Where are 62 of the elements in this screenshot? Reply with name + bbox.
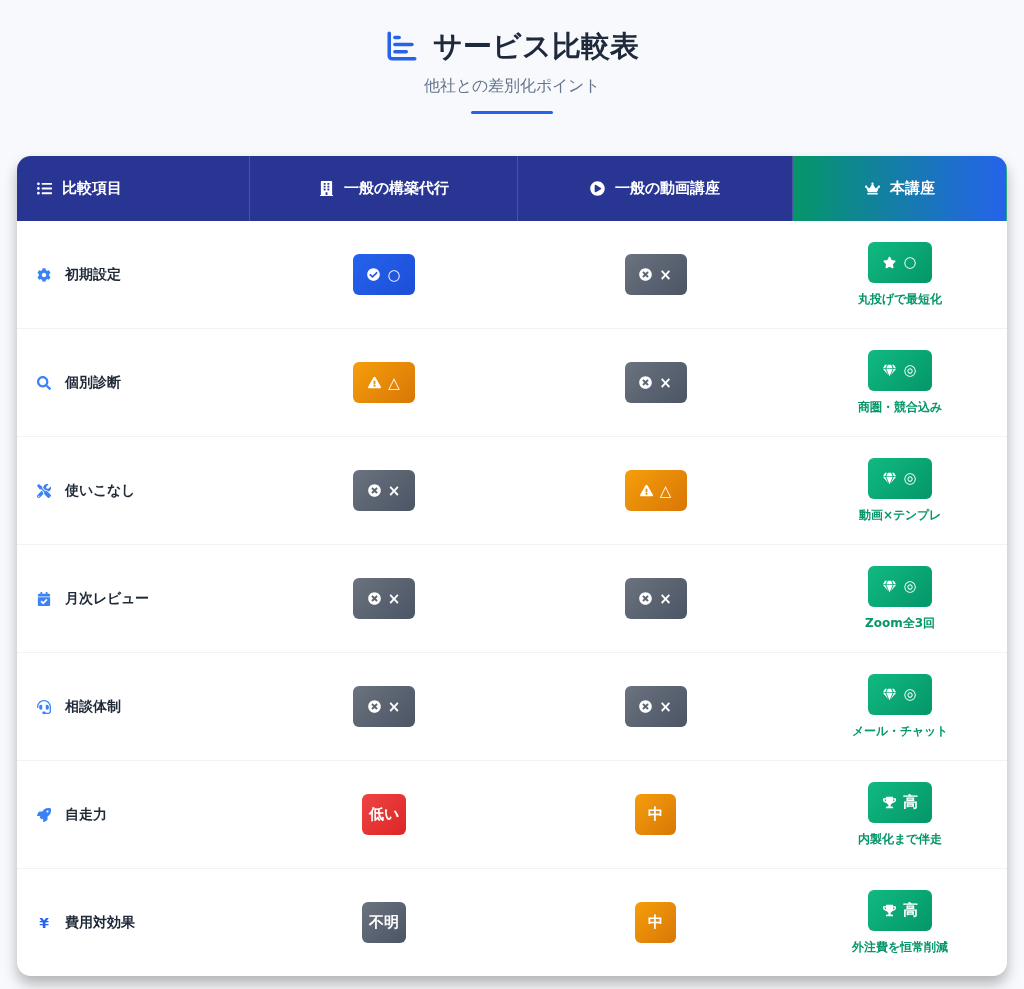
- rating-badge: ×: [353, 686, 415, 727]
- row-label: 自走力: [65, 805, 107, 824]
- feature-note: 外注費を恒常削減: [852, 938, 948, 956]
- rating-badge: ×: [624, 254, 687, 295]
- feature-note: 商圏・競合込み: [858, 398, 942, 416]
- search-icon: [37, 375, 51, 390]
- calendar-icon: [37, 591, 51, 606]
- column-header-label: 一般の構築代行: [343, 179, 449, 198]
- feature-note: 丸投げで最短化: [858, 290, 942, 308]
- feature-note: Zoom全3回: [864, 614, 935, 632]
- feature-note: メール・チャット: [852, 722, 948, 740]
- rating-badge: △: [353, 362, 415, 403]
- crown-icon: [864, 181, 880, 196]
- rocket-icon: [37, 807, 51, 822]
- row-label: 相談体制: [65, 697, 121, 716]
- warning-icon: [639, 484, 653, 497]
- rating-badge: ◎: [868, 673, 932, 715]
- page-subtitle: 他社との差別化ポイント: [424, 76, 600, 97]
- column-header-label: 一般の動画講座: [615, 179, 720, 198]
- building-icon: [318, 181, 334, 196]
- feature-note: 動画×テンプレ: [858, 506, 942, 524]
- row-label: 月次レビュー: [65, 589, 149, 608]
- trophy-icon: [882, 903, 896, 917]
- rating-badge: ◎: [868, 457, 932, 499]
- gem-icon: [883, 471, 897, 485]
- star-icon: [883, 255, 897, 269]
- tools-icon: [37, 483, 51, 498]
- row-label: 費用対効果: [65, 913, 135, 932]
- rating-badge: 低い: [362, 794, 406, 835]
- rating-badge: ○: [868, 241, 932, 283]
- rating-badge: 中: [635, 902, 676, 943]
- row-label: 使いこなし: [65, 481, 135, 500]
- rating-badge: ×: [624, 362, 687, 403]
- column-header-label: 本講座: [889, 179, 935, 198]
- play-icon: [590, 181, 605, 196]
- rating-badge: ×: [624, 578, 687, 619]
- yen-icon: ¥: [37, 914, 51, 931]
- page-title: サービス比較表: [433, 28, 639, 65]
- rating-badge: 不明: [362, 902, 406, 943]
- rating-badge: ×: [624, 686, 687, 727]
- rating-badge: △: [624, 470, 687, 511]
- row-label: 個別診断: [65, 373, 121, 392]
- gem-icon: [883, 363, 897, 377]
- column-header-label: 比較項目: [62, 179, 122, 198]
- rating-badge: ◎: [868, 349, 932, 391]
- rating-badge: ×: [353, 470, 415, 511]
- gem-icon: [883, 579, 897, 593]
- row-label: 初期設定: [65, 265, 121, 284]
- rating-badge: ×: [353, 578, 415, 619]
- gem-icon: [883, 687, 897, 701]
- headset-icon: [37, 699, 51, 714]
- feature-note: 内製化まで伴走: [858, 830, 942, 848]
- list-icon: [37, 181, 52, 196]
- trophy-icon: [882, 795, 896, 809]
- rating-badge: ○: [353, 254, 415, 295]
- chart-icon: [385, 29, 419, 63]
- rating-badge: 高: [868, 889, 932, 931]
- rating-badge: 中: [635, 794, 676, 835]
- rating-badge: ◎: [868, 565, 932, 607]
- warning-icon: [368, 376, 382, 389]
- rating-badge: 高: [868, 781, 932, 823]
- settings-icon: [37, 267, 51, 282]
